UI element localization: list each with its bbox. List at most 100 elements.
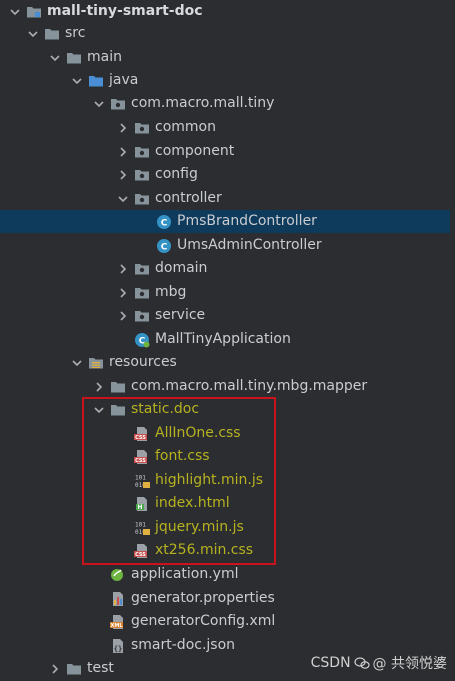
js-file-icon: 101 010 bbox=[134, 520, 150, 536]
watermark-author: @ 共领悦婆 bbox=[372, 656, 447, 672]
chevron-right-icon[interactable] bbox=[92, 380, 106, 394]
wechat-icon bbox=[353, 655, 370, 671]
tree-item-label: common bbox=[155, 119, 216, 135]
chevron-down-icon[interactable] bbox=[92, 403, 106, 417]
watermark: CSDN @ 共领悦婆 bbox=[311, 653, 447, 673]
tree-item-label: AllInOne.css bbox=[155, 425, 241, 441]
tree-row[interactable]: XML generatorConfig.xml bbox=[0, 610, 455, 633]
tree-row[interactable]: main bbox=[0, 46, 455, 69]
tree-row[interactable]: controller bbox=[0, 187, 455, 210]
tree-item-label: component bbox=[155, 143, 235, 159]
css-file-icon: CSS bbox=[134, 543, 150, 559]
svg-text:C: C bbox=[161, 242, 168, 252]
tree-row[interactable]: config bbox=[0, 163, 455, 186]
tree-row[interactable]: C MallTinyApplication bbox=[0, 328, 455, 351]
class-icon: C bbox=[156, 214, 172, 230]
tree-item-label: com.macro.mall.tiny bbox=[131, 95, 275, 111]
tree-row[interactable]: C PmsBrandController bbox=[0, 210, 455, 233]
folder-icon bbox=[44, 26, 60, 42]
chevron-right-icon[interactable] bbox=[116, 145, 130, 159]
tree-row[interactable]: generator.properties bbox=[0, 587, 455, 610]
tree-item-label: UmsAdminController bbox=[177, 237, 322, 253]
chevron-right-icon[interactable] bbox=[116, 309, 130, 323]
chevron-right-icon[interactable] bbox=[116, 121, 130, 135]
class-icon: C bbox=[156, 238, 172, 254]
tree-row[interactable]: src bbox=[0, 22, 455, 45]
tree-item-label: service bbox=[155, 307, 206, 323]
tree-item-label: MallTinyApplication bbox=[155, 331, 291, 347]
tree-row[interactable]: 101 010 highlight.min.js bbox=[0, 469, 455, 492]
tree-item-label: generatorConfig.xml bbox=[131, 613, 276, 629]
tree-row[interactable]: common bbox=[0, 116, 455, 139]
tree-row[interactable]: domain bbox=[0, 257, 455, 280]
svg-text:101: 101 bbox=[135, 521, 146, 528]
tree-row[interactable]: CSS font.css bbox=[0, 445, 455, 468]
tree-item-label: highlight.min.js bbox=[155, 472, 264, 488]
svg-text:CSS: CSS bbox=[135, 435, 146, 441]
tree-item-label: font.css bbox=[155, 448, 210, 464]
chevron-down-icon[interactable] bbox=[26, 27, 40, 41]
tree-row[interactable]: component bbox=[0, 140, 455, 163]
chevron-down-icon[interactable] bbox=[116, 192, 130, 206]
tree-item-label: mall-tiny-smart-doc bbox=[47, 3, 203, 19]
svg-text:CSS: CSS bbox=[135, 552, 146, 558]
tree-row[interactable]: static.doc bbox=[0, 398, 455, 421]
html-file-icon: H bbox=[134, 496, 150, 512]
tree-row[interactable]: com.macro.mall.tiny.mbg.mapper bbox=[0, 375, 455, 398]
tree-item-label: PmsBrandController bbox=[177, 213, 317, 229]
package-icon bbox=[134, 120, 150, 136]
tree-item-label: mbg bbox=[155, 284, 187, 300]
source-folder-icon bbox=[88, 73, 104, 89]
tree-row[interactable]: CSS xt256.min.css bbox=[0, 539, 455, 562]
svg-text:H: H bbox=[137, 504, 142, 511]
tree-row[interactable]: Hindex.html bbox=[0, 492, 455, 515]
spring-yml-icon bbox=[110, 567, 126, 583]
tree-row[interactable]: service bbox=[0, 304, 455, 327]
chevron-down-icon[interactable] bbox=[48, 51, 62, 65]
chevron-down-icon[interactable] bbox=[70, 74, 84, 88]
resources-folder-icon bbox=[88, 355, 104, 371]
properties-file-icon bbox=[110, 591, 126, 607]
chevron-down-icon[interactable] bbox=[92, 97, 106, 111]
project-tree: mall-tiny-smart-doc src main java com.macro.… bbox=[0, 0, 455, 681]
package-icon bbox=[134, 261, 150, 277]
tree-row[interactable]: C UmsAdminController bbox=[0, 234, 455, 257]
tree-row[interactable]: application.yml bbox=[0, 563, 455, 586]
tree-item-label: controller bbox=[155, 190, 222, 206]
tree-row[interactable]: resources bbox=[0, 351, 455, 374]
project-folder-icon bbox=[26, 4, 42, 20]
chevron-right-icon[interactable] bbox=[48, 662, 62, 676]
tree-item-label: index.html bbox=[155, 495, 230, 511]
chevron-down-icon[interactable] bbox=[8, 5, 22, 19]
css-file-icon: CSS bbox=[134, 426, 150, 442]
svg-text:XML: XML bbox=[110, 623, 123, 629]
tree-item-label: test bbox=[87, 660, 114, 676]
scrollbar[interactable] bbox=[450, 0, 455, 681]
tree-item-label: smart-doc.json bbox=[131, 637, 236, 653]
tree-item-label: jquery.min.js bbox=[155, 519, 244, 535]
tree-row[interactable]: CSS AllInOne.css bbox=[0, 422, 455, 445]
tree-row[interactable]: 101 010 jquery.min.js bbox=[0, 516, 455, 539]
chevron-right-icon[interactable] bbox=[116, 262, 130, 276]
package-icon bbox=[134, 308, 150, 324]
folder-icon bbox=[110, 402, 126, 418]
tree-item-label: xt256.min.css bbox=[155, 542, 254, 558]
tree-row[interactable]: mall-tiny-smart-doc bbox=[0, 0, 455, 23]
js-file-icon: 101 010 bbox=[134, 473, 150, 489]
chevron-down-icon[interactable] bbox=[70, 356, 84, 370]
svg-text:101: 101 bbox=[135, 474, 146, 481]
tree-row[interactable]: com.macro.mall.tiny bbox=[0, 92, 455, 115]
folder-icon bbox=[66, 661, 82, 677]
chevron-right-icon[interactable] bbox=[116, 286, 130, 300]
package-icon bbox=[134, 285, 150, 301]
tree-row[interactable]: java bbox=[0, 69, 455, 92]
xml-file-icon: XML bbox=[110, 614, 126, 630]
tree-item-label: domain bbox=[155, 260, 208, 276]
spring-class-icon: C bbox=[134, 332, 150, 348]
svg-text:{}: {} bbox=[114, 645, 122, 653]
svg-text:CSS: CSS bbox=[135, 458, 146, 464]
tree-item-label: generator.properties bbox=[131, 590, 275, 606]
tree-row[interactable]: mbg bbox=[0, 281, 455, 304]
chevron-right-icon[interactable] bbox=[116, 168, 130, 182]
tree-item-label: main bbox=[87, 49, 122, 65]
